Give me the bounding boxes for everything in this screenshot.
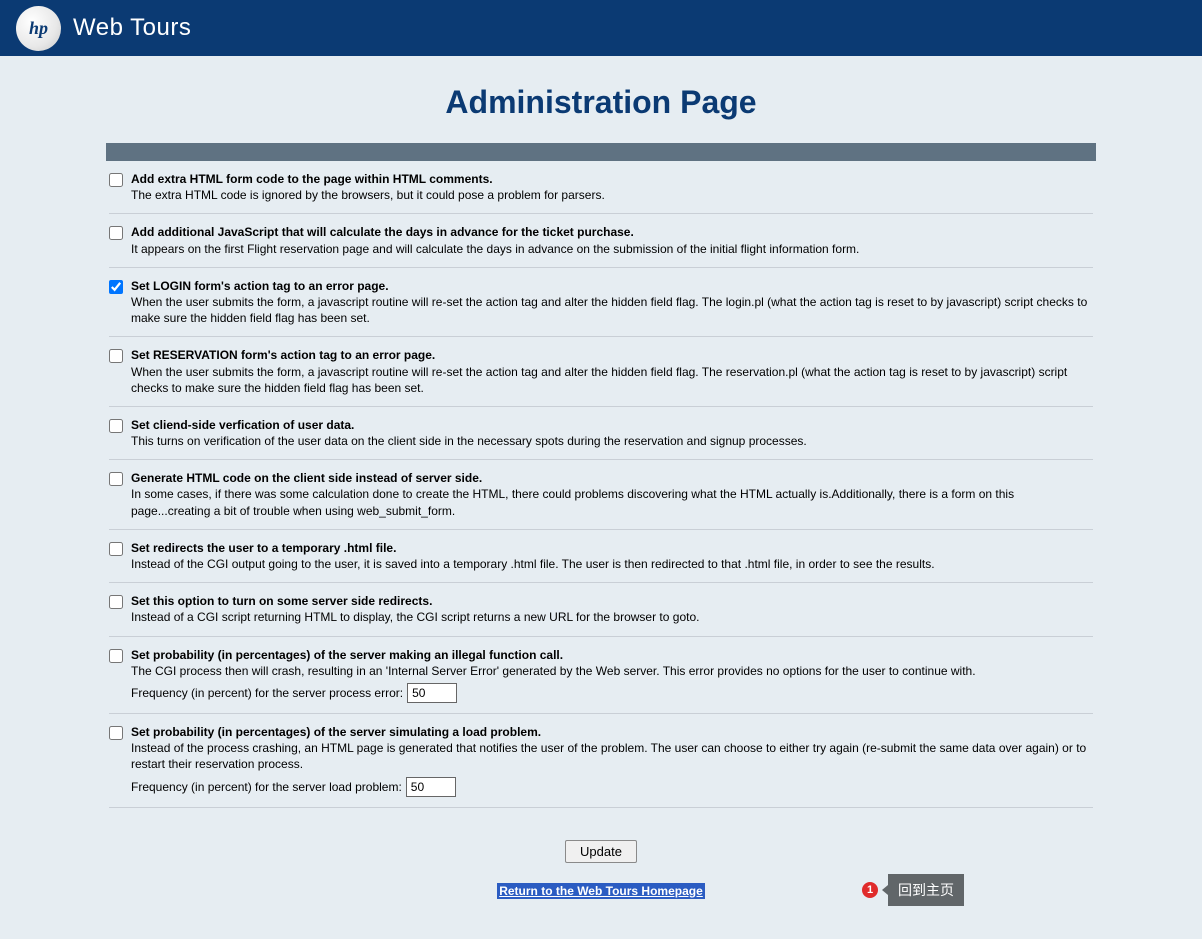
option-text: Set redirects the user to a temporary .h… — [131, 540, 1093, 572]
option-desc: The CGI process then will crash, resulti… — [131, 664, 976, 678]
option-title: Generate HTML code on the client side in… — [131, 471, 482, 485]
option-input-line: Frequency (in percent) for the server lo… — [131, 777, 1093, 797]
option-desc: The extra HTML code is ignored by the br… — [131, 188, 605, 202]
option-input-line: Frequency (in percent) for the server pr… — [131, 683, 1093, 703]
option-desc: Instead of a CGI script returning HTML t… — [131, 610, 699, 624]
annotation-text: 回到主页 — [888, 874, 964, 906]
option-checkbox[interactable] — [109, 726, 123, 740]
option-input-field[interactable] — [407, 683, 457, 703]
option-checkbox[interactable] — [109, 280, 123, 294]
hp-logo-icon: hp — [16, 6, 61, 51]
option-title: Add extra HTML form code to the page wit… — [131, 172, 493, 186]
page-title: Administration Page — [106, 84, 1096, 121]
option-title: Set cliend-side verfication of user data… — [131, 418, 354, 432]
option-title: Set probability (in percentages) of the … — [131, 725, 541, 739]
option-checkbox[interactable] — [109, 349, 123, 363]
option-checkbox[interactable] — [109, 595, 123, 609]
option-title: Set probability (in percentages) of the … — [131, 648, 563, 662]
option-desc: In some cases, if there was some calcula… — [131, 487, 1014, 517]
annotation: 1 回到主页 — [862, 874, 964, 906]
option-checkbox[interactable] — [109, 226, 123, 240]
option-divider — [109, 807, 1093, 808]
brand-title: Web Tours — [73, 14, 191, 42]
option-text: Add extra HTML form code to the page wit… — [131, 171, 1093, 203]
option-checkbox[interactable] — [109, 542, 123, 556]
options-panel: Add extra HTML form code to the page wit… — [106, 143, 1096, 808]
option-desc: It appears on the first Flight reservati… — [131, 242, 859, 256]
option-title: Set LOGIN form's action tag to an error … — [131, 279, 389, 293]
option-checkbox[interactable] — [109, 649, 123, 663]
option-checkbox[interactable] — [109, 472, 123, 486]
option-row: Set probability (in percentages) of the … — [109, 637, 1093, 703]
option-row: Set RESERVATION form's action tag to an … — [109, 337, 1093, 396]
option-row: Generate HTML code on the client side in… — [109, 460, 1093, 519]
panel-header-bar — [106, 143, 1096, 161]
option-desc: When the user submits the form, a javasc… — [131, 295, 1087, 325]
option-title: Set redirects the user to a temporary .h… — [131, 541, 396, 555]
option-text: Generate HTML code on the client side in… — [131, 470, 1093, 519]
page-wrap: Administration Page Add extra HTML form … — [106, 84, 1096, 899]
option-row: Set redirects the user to a temporary .h… — [109, 530, 1093, 572]
option-checkbox[interactable] — [109, 419, 123, 433]
option-desc: Instead of the process crashing, an HTML… — [131, 741, 1086, 771]
option-title: Set this option to turn on some server s… — [131, 594, 432, 608]
option-row: Set LOGIN form's action tag to an error … — [109, 268, 1093, 327]
option-input-label: Frequency (in percent) for the server lo… — [131, 780, 402, 794]
option-row: Add additional JavaScript that will calc… — [109, 214, 1093, 256]
option-text: Set this option to turn on some server s… — [131, 593, 1093, 625]
option-text: Set RESERVATION form's action tag to an … — [131, 347, 1093, 396]
options-list: Add extra HTML form code to the page wit… — [106, 161, 1096, 808]
option-row: Set this option to turn on some server s… — [109, 583, 1093, 625]
option-row: Set probability (in percentages) of the … — [109, 714, 1093, 797]
option-desc: This turns on verification of the user d… — [131, 434, 807, 448]
option-desc: Instead of the CGI output going to the u… — [131, 557, 935, 571]
return-home-link[interactable]: Return to the Web Tours Homepage — [497, 883, 705, 899]
footer-area: Update Return to the Web Tours Homepage … — [106, 840, 1096, 899]
option-desc: When the user submits the form, a javasc… — [131, 365, 1067, 395]
option-title: Set RESERVATION form's action tag to an … — [131, 348, 435, 362]
option-text: Set LOGIN form's action tag to an error … — [131, 278, 1093, 327]
update-button[interactable]: Update — [565, 840, 637, 863]
annotation-badge: 1 — [862, 882, 878, 898]
option-text: Add additional JavaScript that will calc… — [131, 224, 1093, 256]
option-row: Add extra HTML form code to the page wit… — [109, 161, 1093, 203]
app-header: hp Web Tours — [0, 0, 1202, 56]
option-input-label: Frequency (in percent) for the server pr… — [131, 686, 403, 700]
option-text: Set probability (in percentages) of the … — [131, 647, 1093, 703]
option-row: Set cliend-side verfication of user data… — [109, 407, 1093, 449]
option-title: Add additional JavaScript that will calc… — [131, 225, 634, 239]
option-input-field[interactable] — [406, 777, 456, 797]
option-text: Set probability (in percentages) of the … — [131, 724, 1093, 797]
option-text: Set cliend-side verfication of user data… — [131, 417, 1093, 449]
option-checkbox[interactable] — [109, 173, 123, 187]
